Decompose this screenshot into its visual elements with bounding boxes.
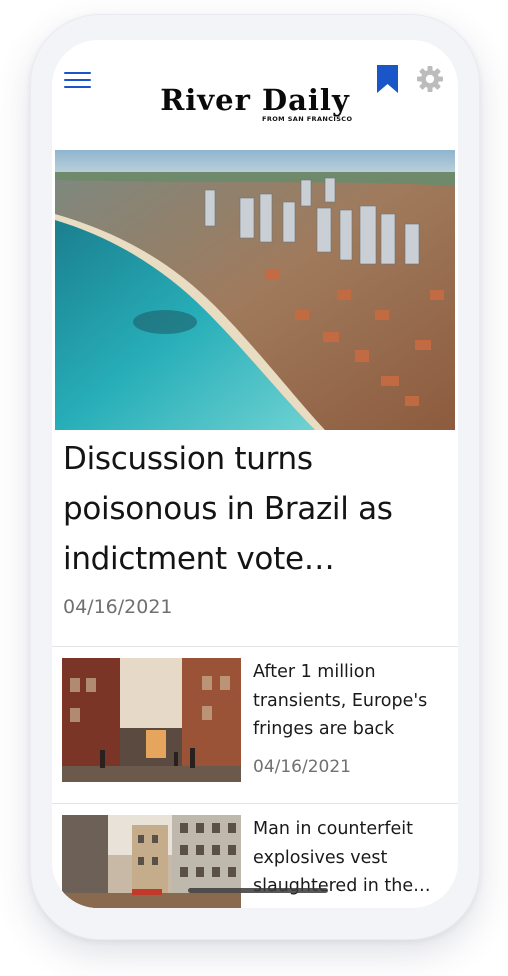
home-indicator[interactable] (188, 888, 328, 893)
bookmark-icon[interactable] (377, 65, 398, 93)
article-thumbnail[interactable] (62, 658, 241, 782)
divider (52, 646, 458, 647)
stage: River Daily FROM SAN FRANCISCO Discussio… (0, 0, 508, 976)
gear-icon[interactable] (416, 65, 444, 93)
logo-subtitle: FROM SAN FRANCISCO (262, 115, 353, 123)
hero-date: 04/16/2021 (63, 596, 173, 618)
hero-image[interactable] (55, 150, 455, 430)
phone-screen: River Daily FROM SAN FRANCISCO Discussio… (52, 40, 458, 908)
article-thumbnail[interactable] (62, 815, 241, 908)
article-title[interactable]: After 1 million transients, Europe's fri… (253, 658, 449, 744)
article-date: 04/16/2021 (253, 757, 351, 777)
hamburger-menu-icon[interactable] (64, 70, 92, 90)
hero-headline[interactable]: Discussion turns poisonous in Brazil as … (63, 434, 443, 584)
divider (52, 803, 458, 804)
logo-title: River Daily (160, 83, 350, 117)
app-logo[interactable]: River Daily FROM SAN FRANCISCO (144, 84, 366, 128)
